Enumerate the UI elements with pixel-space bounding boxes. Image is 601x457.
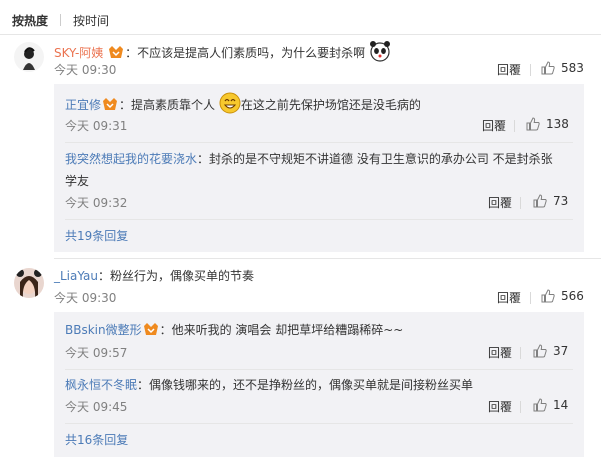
comment-time: 今天 09:30 [54,63,117,77]
reply-button[interactable]: 回覆 [488,399,512,415]
divider [520,347,521,359]
view-more-replies-link[interactable]: 共19条回复 [65,228,128,244]
like-button[interactable]: 37 [533,344,568,358]
sort-bar: 按热度 按时间 [12,10,109,30]
divider [520,197,521,209]
reply-username[interactable]: 我突然想起我的花要浇水 [65,152,197,166]
thumbs-up-icon [541,289,555,303]
divider [54,258,601,259]
reply-content: ：偶像钱哪来的，还不是挣粉丝的，偶像买单就是间接粉丝买单 [137,378,474,392]
reply-content: ：封杀的是不守规矩不讲道德 没有卫生意识的承办公司 不是封杀张 [197,152,553,166]
reply-content-cont: 在这之前先保护场馆还是没毛病的 [240,98,421,112]
thumbs-up-icon [526,117,540,131]
comment-content: ：不应该是提高人们素质吗，为什么要封杀啊 [125,46,366,60]
view-more-replies-link[interactable]: 共16条回复 [65,432,128,448]
comment-time: 今天 09:30 [54,291,117,305]
comment-username[interactable]: SKY-阿姨 [54,46,103,60]
divider [65,369,573,370]
reply-text: 枫永恒不冬眠：偶像钱哪来的，还不是挣粉丝的，偶像买单就是间接粉丝买单 [65,376,473,394]
avatar[interactable] [14,42,44,72]
divider [520,401,521,413]
panda-emoji-icon [369,41,390,62]
reply-time: 今天 09:45 [65,400,128,414]
vip-badge-icon [103,98,118,110]
reply-button[interactable]: 回覆 [497,62,521,78]
reply-time: 今天 09:31 [65,119,128,133]
divider [65,219,573,220]
reply-text: 正宜修 ：提高素质靠个人 在这之前先保护场馆还是没毛病的 [65,92,421,114]
avatar[interactable] [14,268,44,298]
like-count: 583 [561,61,584,75]
comment-text: _LiaYau：粉丝行为，偶像买单的节奏 [54,267,254,285]
reply-username[interactable]: BBskin微整形 [65,323,142,337]
reply-username[interactable]: 正宜修 [65,98,101,112]
reply-text: 我突然想起我的花要浇水：封杀的是不守规矩不讲道德 没有卫生意识的承办公司 不是封… [65,150,553,168]
vip-badge-icon [143,323,158,335]
divider [65,423,573,424]
like-count: 566 [561,289,584,303]
grin-emoji-icon [219,92,241,114]
reply-time: 今天 09:57 [65,346,128,360]
divider [530,292,531,304]
divider [65,142,573,143]
divider [530,64,531,76]
reply-text-wrap: 学友 [65,172,89,190]
thumbs-up-icon [541,61,555,75]
divider [0,34,601,35]
reply-button[interactable]: 回覆 [488,195,512,211]
divider [60,14,62,26]
sort-by-time-tab[interactable]: 按时间 [73,12,109,29]
like-count: 14 [553,398,569,412]
reply-username[interactable]: 枫永恒不冬眠 [65,378,137,392]
reply-button[interactable]: 回覆 [482,118,506,134]
thumbs-up-icon [533,194,547,208]
reply-time: 今天 09:32 [65,196,128,210]
divider [514,120,515,132]
vip-badge-icon [109,46,124,58]
comment-content: ：粉丝行为，偶像买单的节奏 [98,269,255,283]
like-count: 73 [553,194,569,208]
like-button[interactable]: 583 [541,61,584,75]
like-count: 138 [546,117,569,131]
reply-text: BBskin微整形 ：他来听我的 演唱会 却把草坪给糟蹋稀碎~~ [65,321,403,339]
reply-button[interactable]: 回覆 [497,290,521,306]
reply-button[interactable]: 回覆 [488,345,512,361]
like-button[interactable]: 73 [533,194,568,208]
comment-text: SKY-阿姨 ：不应该是提高人们素质吗，为什么要封杀啊 [54,40,391,62]
reply-content: ：他来听我的 演唱会 却把草坪给糟蹋稀碎~~ [159,323,404,337]
like-button[interactable]: 14 [533,398,568,412]
like-button[interactable]: 138 [526,117,569,131]
comment-username[interactable]: _LiaYau [54,269,98,283]
reply-content-cont: 学友 [65,174,90,188]
like-button[interactable]: 566 [541,289,584,303]
thumbs-up-icon [533,398,547,412]
sort-by-hot-tab[interactable]: 按热度 [12,12,48,29]
like-count: 37 [553,344,569,358]
thumbs-up-icon [533,344,547,358]
reply-content: ：提高素质靠个人 [119,98,216,112]
